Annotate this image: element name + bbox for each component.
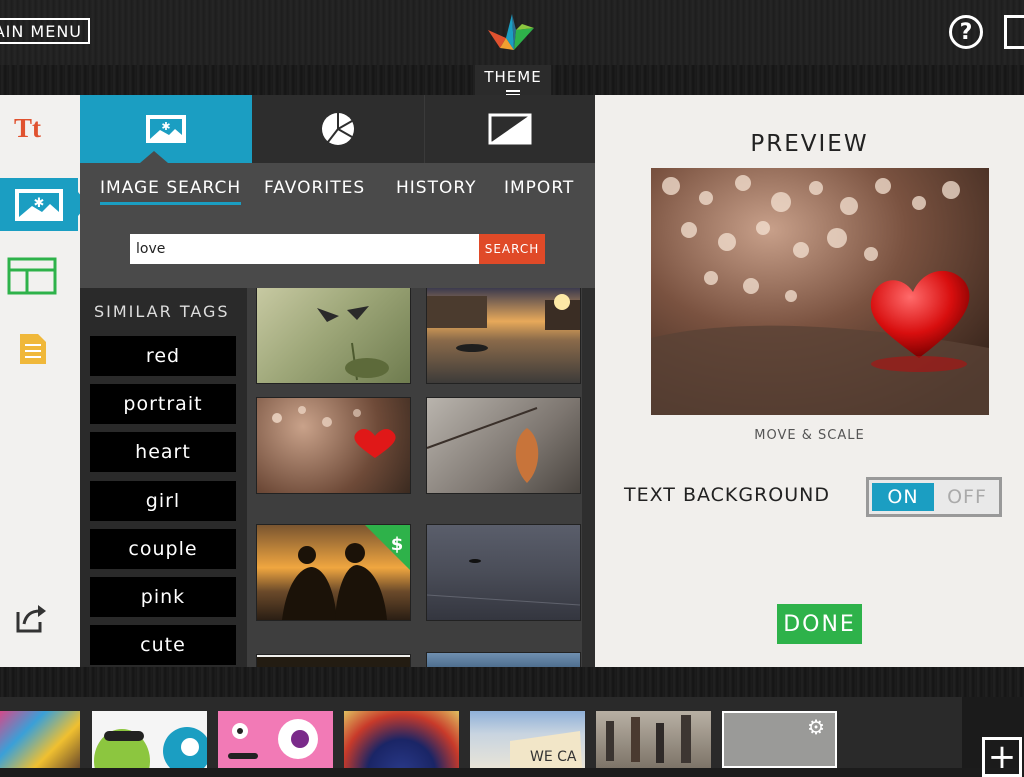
tag-button[interactable]: red [90,336,236,376]
preview-title: PREVIEW [750,131,869,157]
slide-thumbnail[interactable]: ⚙ [722,711,837,768]
svg-text:✱: ✱ [34,196,45,211]
background-icon [488,113,532,145]
theme-label: THEME [484,68,542,86]
green-monster-image [94,727,207,768]
main-menu-button[interactable]: AIN MENU [0,18,90,44]
result-thumbnail[interactable] [257,655,410,667]
crowd-photo [606,715,691,763]
slide-thumbnail[interactable] [0,711,80,768]
subtab-import[interactable]: IMPORT [504,178,574,198]
tag-button[interactable]: girl [90,481,236,521]
search-button[interactable]: SEARCH [479,234,545,264]
canal-photo [427,294,580,352]
slide-thumbnail[interactable] [92,711,207,768]
image-icon: ✱ [15,188,63,221]
svg-text:✱: ✱ [161,120,170,133]
layout-icon [7,257,57,295]
leaf-photo [426,407,539,483]
slides-strip: WE CA ⚙ [0,697,1024,768]
birds-photo [317,306,389,381]
search-input[interactable] [130,234,479,264]
panel-tab-bar: ✱ [80,95,595,163]
svg-text:WE CA: WE CA [530,749,577,765]
subtab-image-search[interactable]: IMAGE SEARCH [100,178,242,205]
app-logo-icon [488,14,534,50]
heart-photo [272,406,396,458]
result-thumbnail[interactable]: $ [257,525,410,620]
slide-thumbnail[interactable]: WE CA [470,711,585,768]
result-thumbnail[interactable] [257,398,410,493]
toggle-on-option[interactable]: ON [872,483,934,511]
similar-tags-title: SIMILAR TAGS [94,302,230,321]
premium-dollar-icon: $ [391,534,404,555]
subtab-favorites[interactable]: FAVORITES [264,178,365,198]
toggle-off-option[interactable]: OFF [937,483,997,511]
fullscreen-button[interactable] [1004,15,1024,49]
slide-thumbnail[interactable] [218,711,333,768]
boat-photo [426,559,581,606]
sign-photo: WE CA [510,731,582,768]
image-icon: ✱ [146,115,186,143]
slide-thumbnail[interactable] [596,711,711,768]
tag-button[interactable]: couple [90,529,236,569]
image-tool-button[interactable]: ✱ [0,178,88,231]
preview-image[interactable] [651,168,989,415]
couple-photo: $ [282,525,410,620]
slide-settings-gear-icon[interactable]: ⚙ [807,715,825,739]
tag-button[interactable]: cute [90,625,236,665]
share-button[interactable] [14,602,48,634]
tab-image[interactable]: ✱ [80,95,252,163]
result-thumbnail[interactable] [426,398,580,493]
pie-chart-icon [322,113,354,145]
similar-tags-list: SIMILAR TAGS red portrait heart girl cou… [80,288,247,667]
image-source-tabs: IMAGE SEARCH FAVORITES HISTORY IMPORT SE… [80,163,595,288]
results-scroll-track[interactable] [582,288,595,667]
notes-tool-button[interactable] [18,332,48,366]
move-scale-hint: MOVE & SCALE [754,428,865,443]
pink-monster-image [228,719,318,759]
help-button[interactable]: ? [949,15,983,49]
image-results-grid: $ [247,288,582,667]
slide-thumbnail[interactable] [344,711,459,768]
tag-button[interactable]: heart [90,432,236,472]
subtab-history[interactable]: HISTORY [396,178,476,198]
tag-button[interactable]: portrait [90,384,236,424]
tag-button[interactable]: pink [90,577,236,617]
tab-chart[interactable] [252,95,425,163]
notes-icon [20,334,46,364]
tab-background[interactable] [425,95,595,163]
add-slide-area: + [962,697,1024,777]
top-bar: AIN MENU ? [0,0,1024,65]
result-thumbnail[interactable] [427,653,580,667]
bottom-wood-divider [0,667,1024,697]
share-icon [16,605,46,633]
image-panel: ✱ IMAGE SEARCH FAVORITES HISTORY IMPORT [80,95,595,667]
text-background-label: TEXT BACKGROUND [624,484,830,506]
add-slide-button[interactable]: + [982,737,1022,777]
layout-tool-button[interactable] [7,257,57,295]
result-thumbnail[interactable] [426,525,581,620]
heart-preview-photo [651,168,989,415]
result-thumbnail[interactable] [427,288,580,383]
tab-notch [140,151,168,163]
preview-panel: PREVIEW MOVE & SCALE TEXT BACKGROUND ON … [595,95,1024,667]
result-thumbnail[interactable] [257,288,410,383]
done-button[interactable]: DONE [777,604,862,644]
text-tool-button[interactable]: Tt [14,113,41,144]
text-background-toggle[interactable]: ON OFF [866,477,1002,517]
